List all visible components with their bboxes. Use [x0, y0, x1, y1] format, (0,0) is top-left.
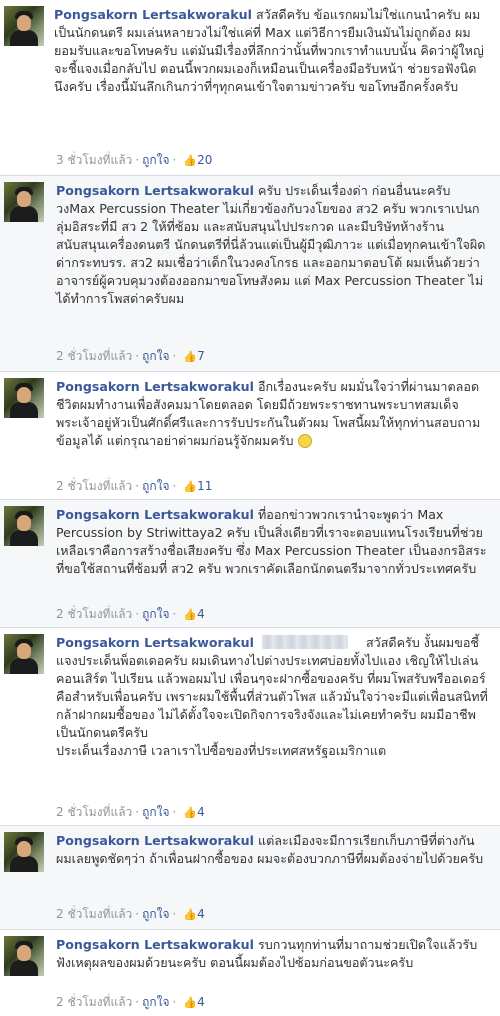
avatar[interactable] — [4, 6, 44, 46]
timestamp[interactable]: 2 ชั่วโมงที่แล้ว — [56, 907, 132, 921]
like-button[interactable]: ถูกใจ — [142, 995, 169, 1009]
avatar[interactable] — [4, 378, 44, 418]
thumbs-up-icon: 👍 — [183, 480, 198, 493]
like-button[interactable]: ถูกใจ — [142, 479, 169, 493]
avatar[interactable] — [4, 506, 44, 546]
thumbs-up-icon: 👍 — [183, 608, 198, 621]
like-button[interactable]: ถูกใจ — [142, 349, 169, 363]
comment: Pongsakorn Lertsakworakul สวัสดีครับ งั้… — [0, 628, 500, 826]
avatar[interactable] — [4, 634, 44, 674]
comment: Pongsakorn Lertsakworakul ที่ออกข่าวพวกเ… — [0, 500, 500, 628]
avatar[interactable] — [4, 936, 44, 976]
author-name[interactable]: Pongsakorn Lertsakworakul — [56, 937, 254, 952]
like-count[interactable]: 4 — [197, 995, 205, 1009]
author-name[interactable]: Pongsakorn Lertsakworakul — [54, 7, 252, 22]
smile-emoticon-icon — [297, 434, 312, 448]
like-button[interactable]: ถูกใจ — [142, 805, 169, 819]
comment-meta: 2 ชั่วโมงที่แล้ว · ถูกใจ · 👍4 — [56, 907, 205, 921]
comment-text: ครับ ประเด็นเรื่องด่า ก่อนอื่นนะครับ วงM… — [56, 183, 486, 306]
like-count[interactable]: 4 — [197, 907, 205, 921]
comment: Pongsakorn Lertsakworakul อีกเรื่องนะครั… — [0, 372, 500, 500]
like-count[interactable]: 11 — [197, 479, 212, 493]
thumbs-up-icon: 👍 — [183, 996, 198, 1009]
author-name[interactable]: Pongsakorn Lertsakworakul — [56, 379, 254, 394]
thumbs-up-icon: 👍 — [183, 154, 198, 167]
like-count[interactable]: 7 — [197, 349, 205, 363]
comment-meta: 2 ชั่วโมงที่แล้ว · ถูกใจ · 👍4 — [56, 607, 205, 621]
comment-greeting: สวัสดีครับ — [365, 635, 420, 650]
thumbs-up-icon: 👍 — [183, 350, 198, 363]
timestamp[interactable]: 2 ชั่วโมงที่แล้ว — [56, 607, 132, 621]
timestamp[interactable]: 2 ชั่วโมงที่แล้ว — [56, 805, 132, 819]
comment: Pongsakorn Lertsakworakul รบกวนทุกท่านที… — [0, 930, 500, 1016]
timestamp[interactable]: 3 ชั่วโมงที่แล้ว — [56, 153, 132, 167]
timestamp[interactable]: 2 ชั่วโมงที่แล้ว — [56, 995, 132, 1009]
author-name[interactable]: Pongsakorn Lertsakworakul — [56, 833, 254, 848]
comment: Pongsakorn Lertsakworakul สวัสดีครับ ข้อ… — [0, 0, 500, 176]
comment-meta: 3 ชั่วโมงที่แล้ว · ถูกใจ · 👍20 — [56, 153, 213, 167]
like-button[interactable]: ถูกใจ — [142, 907, 169, 921]
author-name[interactable]: Pongsakorn Lertsakworakul — [56, 635, 254, 650]
like-count[interactable]: 4 — [197, 607, 205, 621]
timestamp[interactable]: 2 ชั่วโมงที่แล้ว — [56, 349, 132, 363]
comment-thread: Pongsakorn Lertsakworakul สวัสดีครับ ข้อ… — [0, 0, 500, 1016]
avatar[interactable] — [4, 182, 44, 222]
author-name[interactable]: Pongsakorn Lertsakworakul — [56, 183, 254, 198]
comment-meta: 2 ชั่วโมงที่แล้ว · ถูกใจ · 👍7 — [56, 349, 205, 363]
like-count[interactable]: 4 — [197, 805, 205, 819]
comment-text: งั้นผมขอชี้แจงประเด็นพ็อตเดอครับ ผมเดินท… — [56, 635, 488, 740]
author-name[interactable]: Pongsakorn Lertsakworakul — [56, 507, 254, 522]
comment-meta: 2 ชั่วโมงที่แล้ว · ถูกใจ · 👍11 — [56, 479, 213, 493]
thumbs-up-icon: 👍 — [183, 806, 198, 819]
comment: Pongsakorn Lertsakworakul แต่ละเมืองจะมี… — [0, 826, 500, 930]
thumbs-up-icon: 👍 — [183, 908, 198, 921]
like-count[interactable]: 20 — [197, 153, 212, 167]
avatar[interactable] — [4, 832, 44, 872]
like-button[interactable]: ถูกใจ — [142, 153, 169, 167]
like-button[interactable]: ถูกใจ — [142, 607, 169, 621]
timestamp[interactable]: 2 ชั่วโมงที่แล้ว — [56, 479, 132, 493]
comment-meta: 2 ชั่วโมงที่แล้ว · ถูกใจ · 👍4 — [56, 995, 205, 1009]
redacted-name-blur — [261, 635, 348, 649]
comment-text-continued: ประเด็นเรื่องภาษี เวลาเราไปซื้อของที่ประ… — [56, 743, 387, 758]
comment-meta: 2 ชั่วโมงที่แล้ว · ถูกใจ · 👍4 — [56, 805, 205, 819]
comment: Pongsakorn Lertsakworakul ครับ ประเด็นเร… — [0, 176, 500, 372]
